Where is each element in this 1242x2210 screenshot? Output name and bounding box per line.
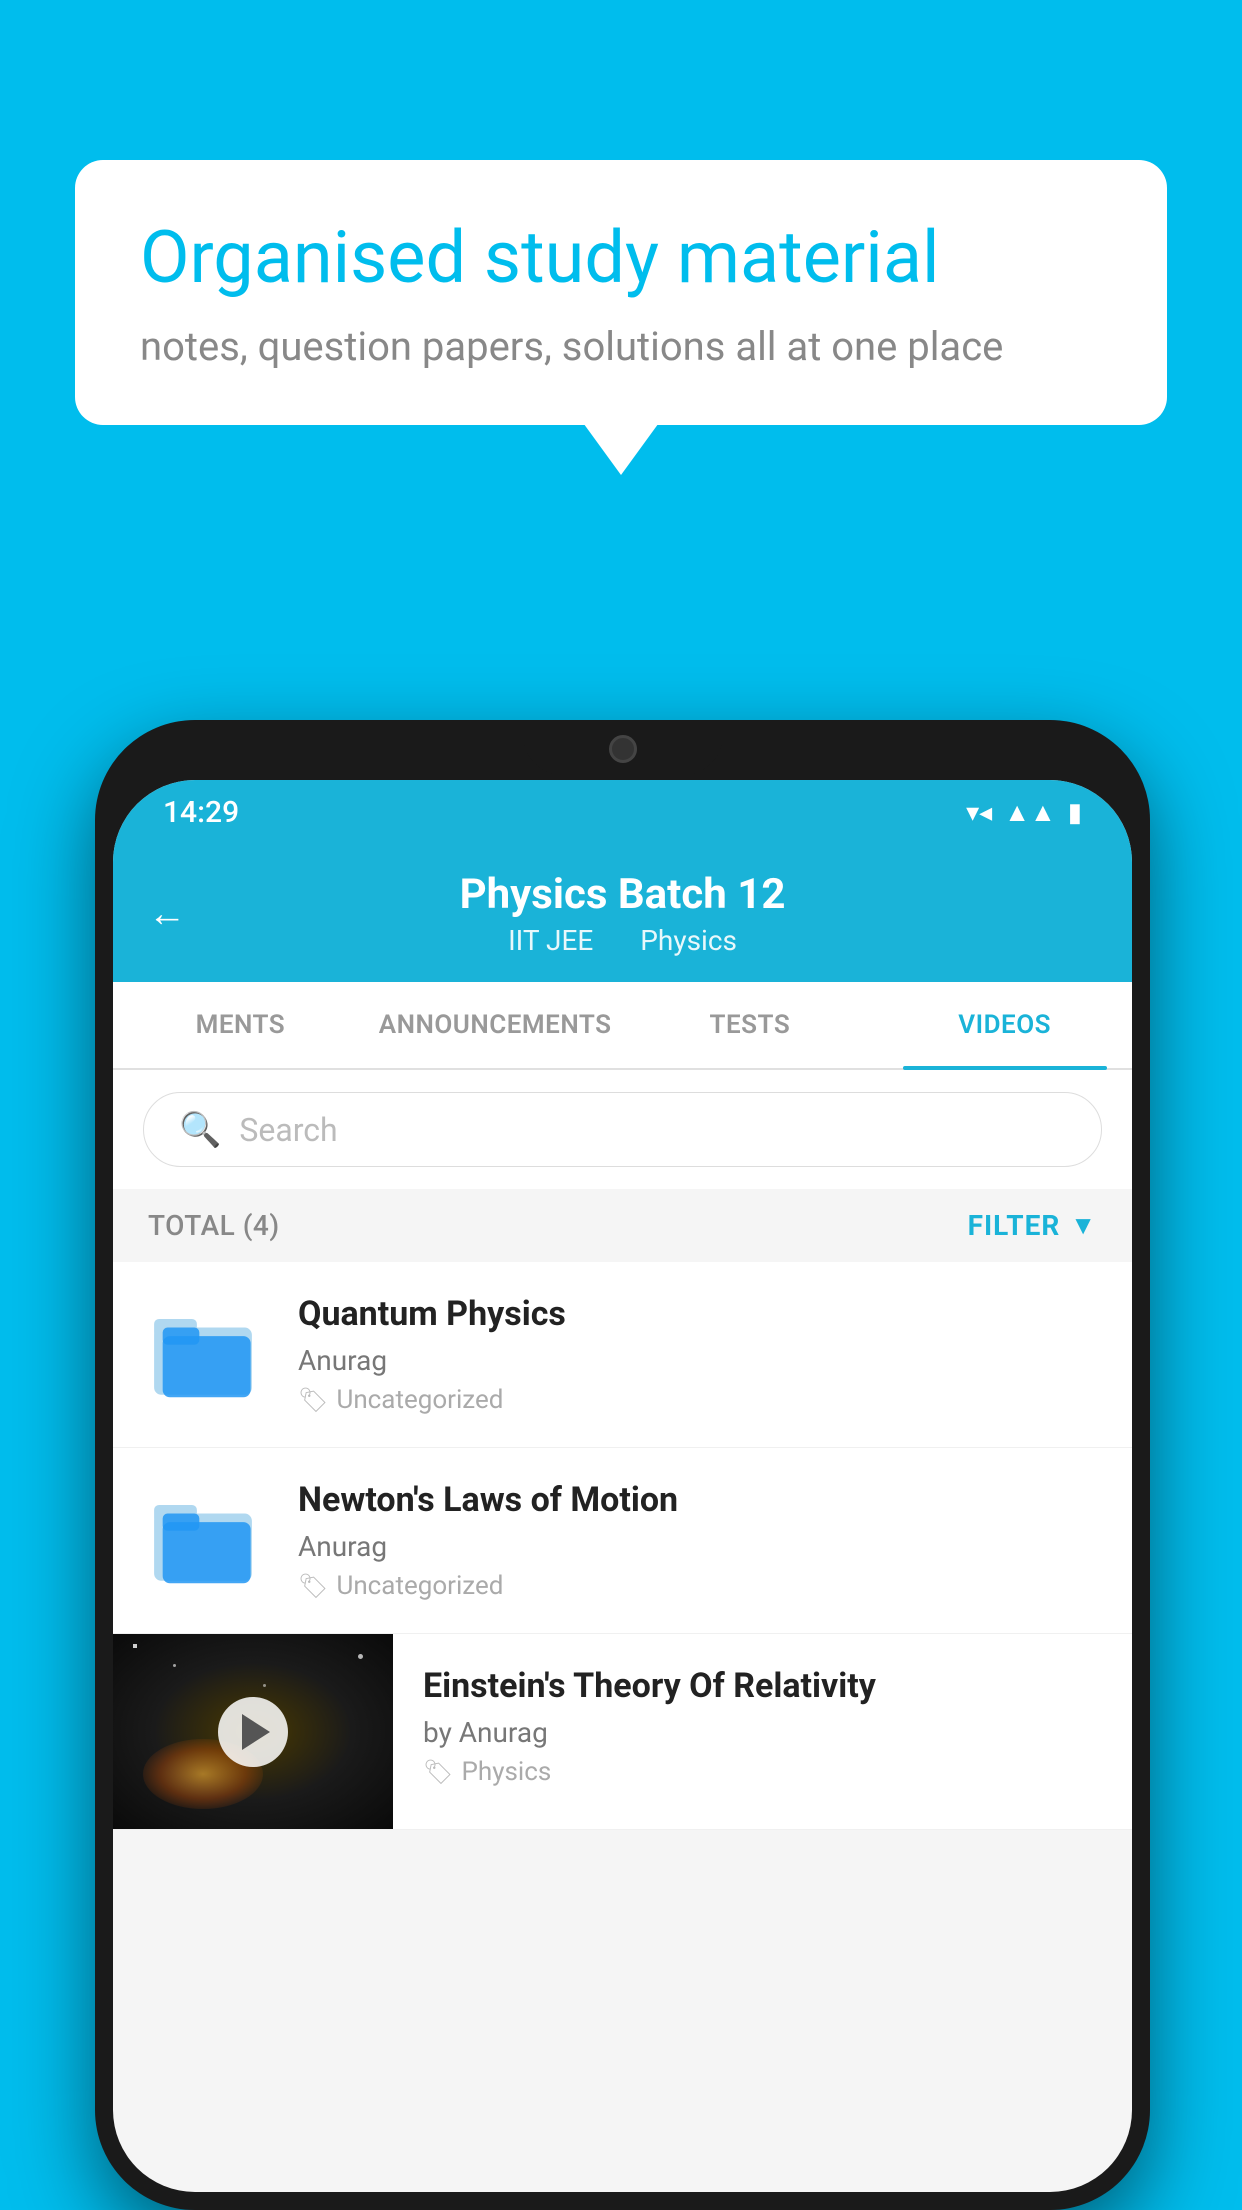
header-subtitle: IIT JEE Physics [498, 924, 747, 957]
back-button[interactable]: ← [148, 892, 186, 936]
status-time: 14:29 [163, 795, 239, 830]
video-image-thumbnail [113, 1634, 393, 1829]
list-item[interactable]: Newton's Laws of Motion Anurag 🏷 Uncateg… [113, 1448, 1132, 1634]
tab-announcements[interactable]: ANNOUNCEMENTS [368, 982, 623, 1068]
speech-bubble: Organised study material notes, question… [75, 160, 1167, 425]
list-item[interactable]: Quantum Physics Anurag 🏷 Uncategorized [113, 1262, 1132, 1448]
status-bar: 14:29 ▾◂ ▲▲ ▮ [113, 780, 1132, 845]
tag-icon: 🏷 [298, 1572, 328, 1600]
bubble-subtitle: notes, question papers, solutions all at… [140, 323, 1102, 370]
video-list: Quantum Physics Anurag 🏷 Uncategorized [113, 1262, 1132, 1830]
tab-videos[interactable]: VIDEOS [877, 982, 1132, 1068]
wifi-icon: ▾◂ [966, 798, 992, 828]
tag-icon: 🏷 [423, 1758, 453, 1786]
video-title: Quantum Physics [298, 1294, 1097, 1334]
filter-label: FILTER [968, 1209, 1061, 1242]
speech-bubble-container: Organised study material notes, question… [75, 160, 1167, 425]
video-info: Quantum Physics Anurag 🏷 Uncategorized [298, 1294, 1097, 1415]
phone-frame: 14:29 ▾◂ ▲▲ ▮ ← Physics Batch 12 IIT JEE… [95, 720, 1150, 2210]
video-title: Newton's Laws of Motion [298, 1480, 1097, 1520]
search-input[interactable]: 🔍 Search [143, 1092, 1102, 1167]
app-header: ← Physics Batch 12 IIT JEE Physics [113, 845, 1132, 982]
video-author: Anurag [298, 1344, 1097, 1377]
play-button[interactable] [218, 1697, 288, 1767]
search-container: 🔍 Search [113, 1070, 1132, 1189]
video-author: by Anurag [423, 1716, 1102, 1749]
front-camera [609, 735, 637, 763]
video-tag: 🏷 Uncategorized [298, 1385, 1097, 1415]
filter-button[interactable]: FILTER ▼ [968, 1209, 1097, 1242]
tag-icon: 🏷 [298, 1386, 328, 1414]
filter-row: TOTAL (4) FILTER ▼ [113, 1189, 1132, 1262]
play-triangle-icon [242, 1714, 270, 1750]
search-placeholder: Search [239, 1111, 337, 1149]
tag-label: Uncategorized [336, 1385, 503, 1415]
video-info: Einstein's Theory Of Relativity by Anura… [393, 1634, 1132, 1819]
bubble-title: Organised study material [140, 215, 1102, 301]
tab-tests[interactable]: TESTS [623, 982, 878, 1068]
header-title: Physics Batch 12 [460, 870, 786, 919]
folder-thumbnail [148, 1483, 263, 1598]
tag-label: Uncategorized [336, 1571, 503, 1601]
total-count: TOTAL (4) [148, 1209, 280, 1242]
subtitle-part1: IIT JEE [508, 924, 593, 957]
video-tag: 🏷 Physics [423, 1757, 1102, 1787]
video-title: Einstein's Theory Of Relativity [423, 1666, 1102, 1706]
tag-label: Physics [461, 1757, 551, 1787]
filter-icon: ▼ [1070, 1210, 1097, 1241]
tabs-container: MENTS ANNOUNCEMENTS TESTS VIDEOS [113, 982, 1132, 1070]
search-icon: 🔍 [179, 1110, 221, 1150]
battery-icon: ▮ [1068, 798, 1082, 828]
status-icons: ▾◂ ▲▲ ▮ [966, 797, 1082, 828]
folder-thumbnail [148, 1297, 263, 1412]
phone-screen: 14:29 ▾◂ ▲▲ ▮ ← Physics Batch 12 IIT JEE… [113, 780, 1132, 2192]
list-item[interactable]: Einstein's Theory Of Relativity by Anura… [113, 1634, 1132, 1830]
video-tag: 🏷 Uncategorized [298, 1571, 1097, 1601]
signal-icon: ▲▲ [1004, 797, 1055, 828]
video-author: Anurag [298, 1530, 1097, 1563]
subtitle-part2: Physics [640, 924, 737, 957]
video-info: Newton's Laws of Motion Anurag 🏷 Uncateg… [298, 1480, 1097, 1601]
phone-notch [523, 720, 723, 775]
tab-ments[interactable]: MENTS [113, 982, 368, 1068]
